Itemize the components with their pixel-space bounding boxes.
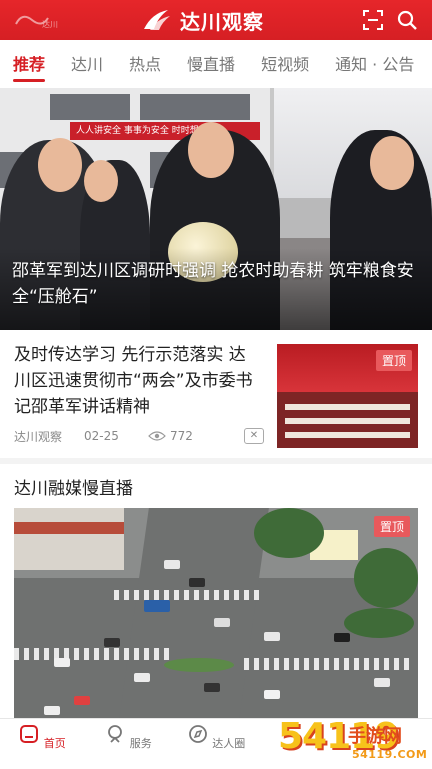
- watermark-name: 手游网: [348, 726, 402, 747]
- hero-caption[interactable]: 邵革军到达川区调研时强调 抢农时助春耕 筑牢粮食安全“压舱石”: [12, 258, 417, 310]
- news-title[interactable]: 及时传达学习 先行示范落实 达川区迅速贯彻市“两会”及市委书记邵革军讲话精神: [14, 342, 262, 420]
- tab-dachuan[interactable]: 达川: [58, 40, 116, 88]
- svg-text:达川: 达川: [42, 19, 58, 29]
- live-video[interactable]: 置顶: [14, 508, 418, 720]
- watermark: 54119 手游网 54119.COM: [278, 716, 432, 768]
- corner-logo-icon: 达川: [15, 15, 58, 29]
- tab-slow-live[interactable]: 慢直播: [174, 40, 248, 88]
- tab-short-video[interactable]: 短视频: [248, 40, 322, 88]
- nav-home-label: 首页: [43, 737, 66, 750]
- nav-circle[interactable]: 达人圈: [186, 723, 246, 751]
- app-title: 达川观察: [180, 9, 264, 34]
- scan-icon: [363, 10, 383, 30]
- home-icon: [20, 725, 39, 743]
- app-logo: 达川观察: [140, 6, 300, 34]
- app-header: 达川 达川观察: [0, 0, 432, 40]
- hero-carousel[interactable]: 人人讲安全 事事为安全 时时想安全 邵革军到达川区调研时强调 抢农时助春耕 筑牢…: [0, 88, 432, 330]
- tab-notice[interactable]: 通知 · 公告: [322, 40, 427, 88]
- news-date: 02-25: [84, 429, 119, 443]
- news-item[interactable]: 及时传达学习 先行示范落实 达川区迅速贯彻市“两会”及市委书记邵革军讲话精神 达…: [0, 330, 432, 458]
- search-button[interactable]: [394, 7, 420, 33]
- compass-icon: [188, 725, 207, 743]
- watermark-url: 54119.COM: [352, 748, 428, 761]
- news-views: 772: [170, 429, 193, 443]
- dismiss-button[interactable]: ✕: [244, 428, 264, 444]
- nav-service-label: 服务: [129, 737, 152, 750]
- tab-hot[interactable]: 热点: [116, 40, 174, 88]
- search-icon: [397, 10, 417, 30]
- service-icon: [108, 725, 123, 743]
- scan-button[interactable]: [360, 7, 386, 33]
- eye-icon: [148, 431, 166, 441]
- news-meta: 达川观察 02-25 772 ✕: [14, 427, 264, 445]
- tab-recommend[interactable]: 推荐: [0, 40, 58, 88]
- news-source: 达川观察: [14, 429, 63, 444]
- category-tabs: 推荐 达川 热点 慢直播 短视频 通知 · 公告: [0, 40, 432, 88]
- nav-circle-label: 达人圈: [212, 737, 246, 750]
- slow-live-section: 达川融媒慢直播 置顶: [0, 464, 432, 720]
- nav-home[interactable]: 首页: [12, 723, 72, 751]
- section-heading: 达川融媒慢直播: [14, 479, 133, 499]
- pinned-badge: 置顶: [375, 350, 412, 371]
- live-pinned-badge: 置顶: [373, 516, 410, 537]
- news-thumbnail[interactable]: 置顶: [277, 344, 418, 448]
- logo-mark-icon: [144, 10, 170, 30]
- nav-service[interactable]: 服务: [98, 723, 158, 751]
